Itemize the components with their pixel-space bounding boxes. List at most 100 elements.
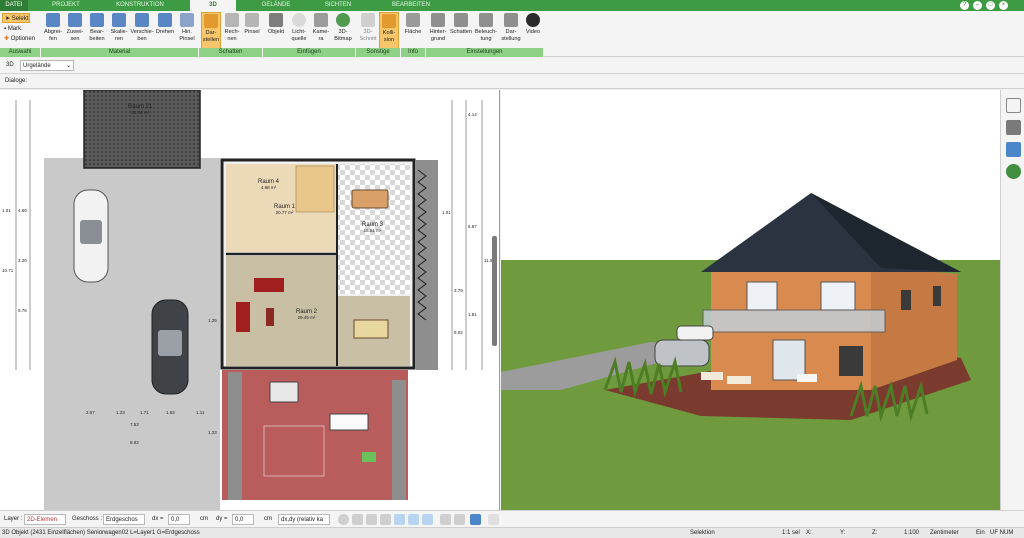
dimension-label: 8.92 <box>130 440 139 445</box>
right-sidebar <box>1000 90 1024 510</box>
camera-icon[interactable] <box>366 514 377 525</box>
cursor-icon: ➤ <box>5 16 11 22</box>
floor-label: Geschoss : <box>72 516 103 522</box>
terrain-select[interactable]: Urgelände ⌄ <box>20 60 74 71</box>
floor-plan-drawing <box>15 90 483 510</box>
snap-point-icon[interactable] <box>422 514 433 525</box>
maximize-button[interactable]: □ <box>986 1 995 10</box>
render-settings-button[interactable]: Dar-stellung <box>499 12 523 50</box>
room-label: Raum 1 20.77 m² <box>274 204 296 215</box>
chevron-down-icon: ⌄ <box>65 63 71 69</box>
select-button[interactable]: ➤ Selekt <box>2 13 30 23</box>
dimension-label: 2.57 <box>86 410 95 415</box>
status-bar: 3D Objekt (2431 Einzelflächen) Seniorwag… <box>0 527 1024 538</box>
tree-icon[interactable] <box>1006 164 1021 179</box>
dimension-label: 4.60 <box>18 208 27 213</box>
section-button[interactable]: 3D- Schnitt <box>358 12 378 50</box>
help-button[interactable]: ? <box>960 1 969 10</box>
area-button[interactable]: Fläche <box>402 12 424 50</box>
plan-scrollbar[interactable] <box>492 236 497 346</box>
arrow-up-icon[interactable] <box>488 514 499 525</box>
object-icon <box>269 13 283 27</box>
material-palette-icon[interactable] <box>1006 142 1021 157</box>
options-button[interactable]: ✚ Optionen <box>2 34 35 44</box>
group-auswahl: Auswahl <box>0 48 41 57</box>
snap-icon[interactable] <box>352 514 363 525</box>
background-button[interactable]: Hinter-grund <box>427 12 449 50</box>
render-icon <box>504 13 518 27</box>
dimension-label: 7.53 <box>130 422 139 427</box>
shadow-display-button[interactable]: Dar-stellen <box>201 12 221 50</box>
insert-bitmap-button[interactable]: 3D- Bitmap <box>331 12 355 50</box>
layer-label: Layer : <box>4 516 23 522</box>
video-icon <box>526 13 540 27</box>
status-flags: UF NUM <box>990 530 1014 536</box>
edit-icon <box>90 13 104 27</box>
calc-icon <box>225 13 239 27</box>
angle-icon[interactable] <box>394 514 405 525</box>
shadow-brush-button[interactable]: Pinsel <box>242 12 262 50</box>
shadow-settings-button[interactable]: Schatten <box>449 12 473 50</box>
table-icon[interactable] <box>440 514 451 525</box>
coordinate-mode-select[interactable]: dx,dy (relativ ka <box>278 514 330 525</box>
floor-plan-view[interactable]: Raum 21 22.48 m² Raum 4 4.88 m² Raum 1 2… <box>0 90 500 510</box>
mark-button[interactable]: ▪ Mark. <box>2 24 23 34</box>
tab-konstruktion[interactable]: KONSTRUKTION <box>110 0 170 11</box>
video-button[interactable]: Video <box>523 12 543 50</box>
tab-projekt[interactable]: PROJEKT <box>46 0 86 11</box>
floor-select[interactable]: Erdgeschos <box>103 514 145 525</box>
dx-label: dx = <box>152 516 164 522</box>
dimension-label: 1.25 <box>208 318 217 323</box>
dimension-label: 3.20 <box>18 258 27 263</box>
lighting-button[interactable]: Beleuch-tung <box>473 12 499 50</box>
pen-icon[interactable] <box>454 514 465 525</box>
dimension-label: 1.01 <box>442 210 451 215</box>
brush-icon <box>180 13 194 27</box>
ribbon: ➤ Selekt ▪ Mark. ✚ Optionen Abgrei-fen Z… <box>0 11 1024 57</box>
close-button[interactable]: × <box>999 1 1008 10</box>
clock-icon[interactable] <box>338 514 349 525</box>
status-info: 3D Objekt (2431 Einzelflächen) Seniorwag… <box>2 530 200 536</box>
insert-light-button[interactable]: Licht-quelle <box>287 12 311 50</box>
layers-icon[interactable] <box>1006 98 1021 113</box>
scale-button[interactable]: Skalie-ren <box>108 12 130 50</box>
tab-sichten[interactable]: SICHTEN <box>318 0 358 11</box>
dy-input[interactable]: 0,0 <box>232 514 254 525</box>
shadow-calc-button[interactable]: Rech-nen <box>222 12 242 50</box>
tab-gelaende[interactable]: GELÄNDE <box>256 0 296 11</box>
light-icon <box>292 13 306 27</box>
3d-view[interactable] <box>501 90 1000 510</box>
assign-button[interactable]: Zuwei-sen <box>64 12 86 50</box>
tab-3d[interactable]: 3D <box>190 0 236 11</box>
grid-icon[interactable] <box>380 514 391 525</box>
3d-rendering <box>501 90 1000 510</box>
layer-select[interactable]: 2D-Elemen <box>24 514 66 525</box>
group-einstellungen: Einstellungen <box>426 48 544 57</box>
ortho-icon[interactable] <box>408 514 419 525</box>
tab-datei[interactable]: DATEI <box>0 0 28 11</box>
rotate-icon <box>158 13 172 27</box>
status-selection: Selektion <box>690 530 715 536</box>
dimension-label: 6.97 <box>468 224 477 229</box>
move-button[interactable]: Verschie-ben <box>130 12 154 50</box>
dx-input[interactable]: 0,0 <box>168 514 190 525</box>
rotate-button[interactable]: Drehen <box>154 12 176 50</box>
north-icon[interactable] <box>470 514 481 525</box>
dimension-label: 10.71 <box>2 268 14 273</box>
dy-unit: cm <box>264 516 272 522</box>
brush-button[interactable]: Hin. Pinsel <box>176 12 198 50</box>
insert-camera-button[interactable]: Kame-ra <box>311 12 331 50</box>
insert-object-button[interactable]: Objekt <box>265 12 287 50</box>
eyedropper-button[interactable]: Abgrei-fen <box>42 12 64 50</box>
minimize-button[interactable]: – <box>973 1 982 10</box>
dialog-row: Dialoge: <box>0 75 1024 89</box>
assign-icon <box>68 13 82 27</box>
group-info: Info <box>401 48 426 57</box>
chair-icon[interactable] <box>1006 120 1021 135</box>
camera-icon <box>314 13 328 27</box>
room-label: Raum 2 29.45 m² <box>296 309 318 320</box>
edit-button[interactable]: Bear-beiten <box>86 12 108 50</box>
tab-bearbeiten[interactable]: BEARBEITEN <box>386 0 436 11</box>
view-toolbar: 3D Urgelände ⌄ <box>0 58 1024 74</box>
collision-button[interactable]: Kolli-sion <box>379 12 399 50</box>
